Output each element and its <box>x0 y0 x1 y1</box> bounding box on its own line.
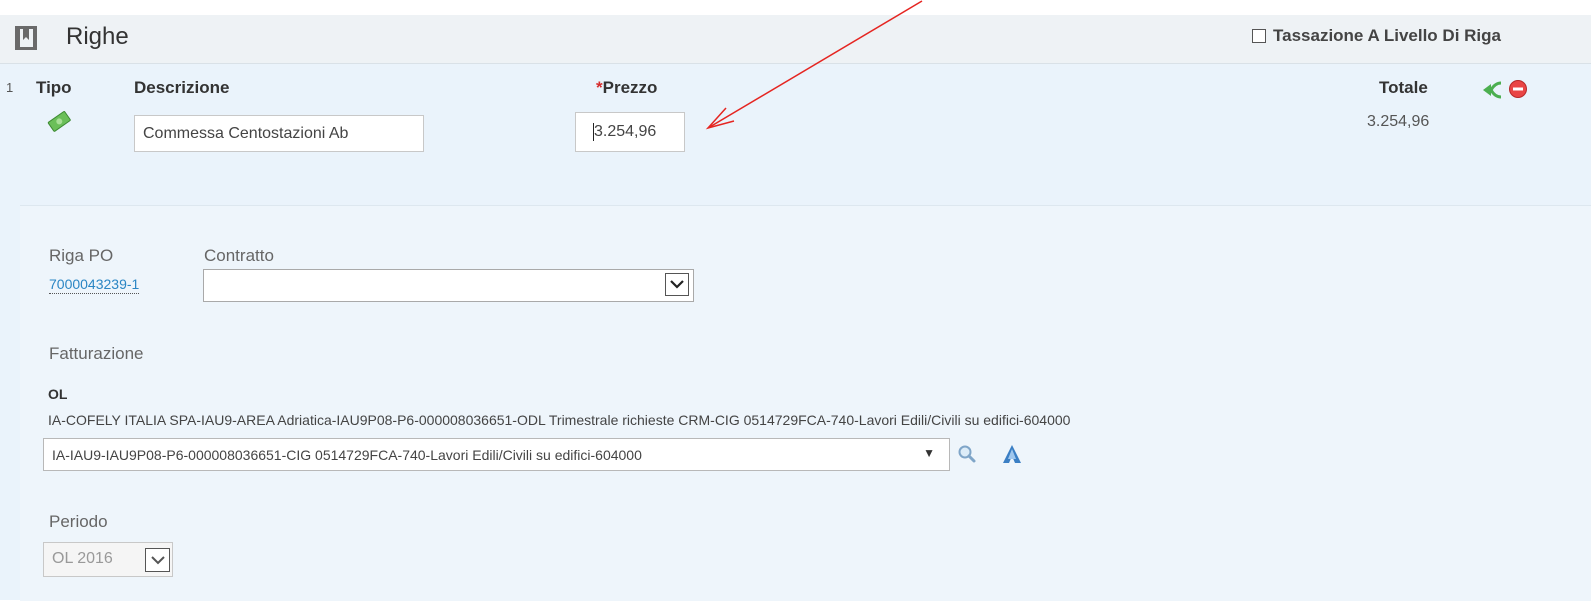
contratto-dropdown-button[interactable] <box>665 273 689 296</box>
fatturazione-label: Fatturazione <box>49 344 144 363</box>
chevron-down-icon <box>670 280 684 289</box>
prezzo-value: 3.254,96 <box>594 123 657 140</box>
line-number: 1 <box>6 80 14 95</box>
money-icon <box>47 111 71 132</box>
fatturazione-code: OL <box>48 386 68 402</box>
riga-po-label: Riga PO <box>49 246 114 265</box>
totale-value: 3.254,96 <box>1367 113 1430 130</box>
section-header: Righe Tassazione A Livello Di Riga <box>0 15 1591 64</box>
tax-line-toggle[interactable]: Tassazione A Livello Di Riga <box>1252 26 1501 46</box>
periodo-value: OL 2016 <box>52 550 113 567</box>
column-header-prezzo: *Prezzo <box>596 78 657 98</box>
tax-line-checkbox[interactable] <box>1252 29 1266 43</box>
periodo-dropdown-button[interactable] <box>145 548 170 572</box>
riga-po-link[interactable]: 7000043239-1 <box>49 276 140 294</box>
hierarchy-icon[interactable] <box>1000 443 1024 465</box>
combo-arrow-icon[interactable]: ▼ <box>923 446 935 460</box>
contratto-select[interactable] <box>203 269 694 302</box>
remove-line-icon[interactable] <box>1508 79 1528 99</box>
periodo-label: Periodo <box>49 512 108 531</box>
column-header-totale: Totale <box>1379 78 1428 97</box>
column-header-tipo: Tipo <box>36 78 72 97</box>
fatturazione-description: IA-COFELY ITALIA SPA-IAU9-AREA Adriatica… <box>48 412 1071 428</box>
search-icon[interactable] <box>957 444 977 464</box>
prezzo-input[interactable]: 3.254,96 <box>575 112 685 152</box>
fatturazione-select[interactable]: IA-IAU9-IAU9P08-P6-000008036651-CIG 0514… <box>43 438 950 471</box>
column-header-descrizione: Descrizione <box>134 78 230 97</box>
contratto-label: Contratto <box>204 246 274 265</box>
section-title: Righe <box>66 23 129 50</box>
book-icon <box>15 26 37 50</box>
fatturazione-select-value: IA-IAU9-IAU9P08-P6-000008036651-CIG 0514… <box>52 446 642 463</box>
prezzo-label: Prezzo <box>602 78 658 97</box>
chevron-down-icon <box>150 555 165 564</box>
split-line-icon[interactable] <box>1480 80 1504 100</box>
tax-line-label: Tassazione A Livello Di Riga <box>1273 26 1501 45</box>
required-marker: * <box>596 78 603 97</box>
descrizione-input[interactable]: Commessa Centostazioni Ab <box>134 115 424 152</box>
periodo-select[interactable]: OL 2016 <box>43 542 173 577</box>
